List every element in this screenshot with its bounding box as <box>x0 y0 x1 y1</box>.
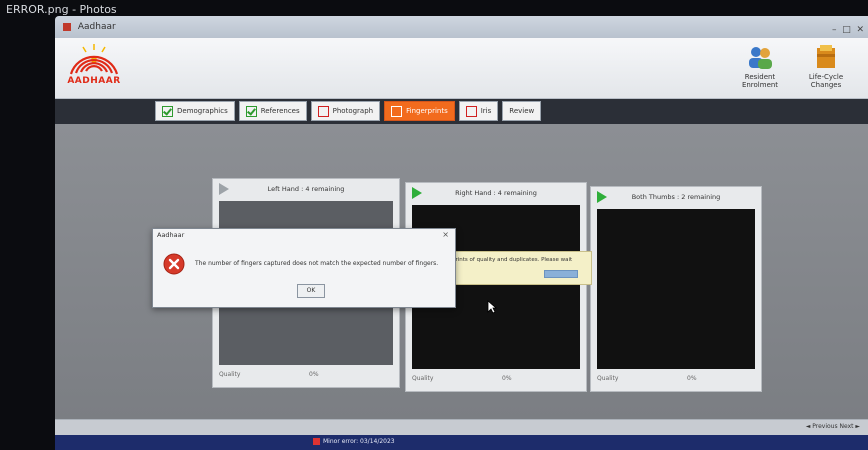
fingerprint-preview <box>597 209 755 369</box>
tab-label: Iris <box>480 107 492 115</box>
tab-label: Review <box>509 107 535 115</box>
panel-title: Both Thumbs : 2 remaining <box>631 193 721 201</box>
tab-label: Demographics <box>177 107 228 115</box>
workflow-tabs: Demographics References Photograph Finge… <box>155 100 542 122</box>
tab-photograph[interactable]: Photograph <box>310 101 381 121</box>
navigation-bar: ◄ Previous Next ► <box>55 419 868 436</box>
quality-percent: 0% <box>687 375 697 382</box>
tab-references[interactable]: References <box>238 101 307 121</box>
panel-title: Right Hand : 4 remaining <box>455 189 537 197</box>
monitor-screen: Aadhaar – □ ✕ AADHAAR Resident Enrolment… <box>55 16 868 450</box>
panel-footer: Quality 0% <box>219 371 393 383</box>
resident-enrolment-button[interactable]: Resident Enrolment <box>730 44 790 89</box>
people-icon <box>749 47 772 69</box>
photos-viewer-title: ERROR.png - Photos <box>6 3 117 16</box>
quality-label: Quality <box>219 371 241 378</box>
error-dialog: Aadhaar × The number of fingers captured… <box>152 228 456 308</box>
resident-enrolment-label: Resident Enrolment <box>741 73 779 89</box>
logo-text: AADHAAR <box>67 76 121 86</box>
panel-title: Left Hand : 4 remaining <box>267 185 345 193</box>
check-icon <box>245 105 257 117</box>
prev-next-buttons[interactable]: ◄ Previous Next ► <box>806 423 860 430</box>
life-cycle-changes-label: Life-Cycle Changes <box>808 73 844 89</box>
status-dot-icon <box>313 438 320 445</box>
quality-percent: 0% <box>502 375 512 382</box>
quality-label: Quality <box>412 375 434 382</box>
pending-box-icon <box>465 105 477 117</box>
status-item-text: Minor error: 03/14/2023 <box>323 438 395 445</box>
pending-box-icon <box>317 105 329 117</box>
tab-demographics[interactable]: Demographics <box>155 101 235 121</box>
progress-bar <box>544 270 578 278</box>
folder-icon <box>817 45 835 68</box>
tab-label: Fingerprints <box>406 107 448 115</box>
both-thumbs-panel: Both Thumbs : 2 remaining Quality 0% <box>590 186 762 392</box>
status-bar: Minor error: 03/14/2023 <box>55 435 868 450</box>
app-icon <box>63 23 71 31</box>
tab-label: References <box>260 107 300 115</box>
dialog-message: The number of fingers captured does not … <box>195 260 439 267</box>
tab-label: Photograph <box>332 107 374 115</box>
panel-header: Both Thumbs : 2 remaining <box>591 187 761 207</box>
status-item: Minor error: 03/14/2023 <box>313 438 395 445</box>
app-title-bar: Aadhaar – □ ✕ <box>55 16 868 38</box>
quality-percent: 0% <box>309 371 319 378</box>
tab-iris[interactable]: Iris <box>458 101 499 121</box>
quality-label: Quality <box>597 375 619 382</box>
ok-button[interactable]: OK <box>297 284 325 298</box>
aadhaar-logo-icon <box>69 44 119 75</box>
notice-text: prints of quality and duplicates. Please… <box>452 257 573 263</box>
panel-footer: Quality 0% <box>412 375 580 387</box>
dialog-title: Aadhaar <box>157 231 185 239</box>
panel-header: Right Hand : 4 remaining <box>406 183 586 203</box>
error-icon <box>163 253 185 275</box>
tab-review[interactable]: Review <box>502 101 542 121</box>
tab-fingerprints[interactable]: Fingerprints <box>384 101 455 121</box>
header-toolbar: Resident Enrolment Life-Cycle Changes <box>730 44 860 94</box>
pending-box-icon <box>391 105 403 117</box>
panel-header: Left Hand : 4 remaining <box>213 179 399 199</box>
panel-footer: Quality 0% <box>597 375 755 387</box>
app-header: AADHAAR Resident Enrolment Life-Cycle Ch… <box>55 38 868 99</box>
mouse-pointer-icon <box>487 300 497 314</box>
processing-notice: prints of quality and duplicates. Please… <box>445 251 592 285</box>
app-title: Aadhaar <box>77 22 116 32</box>
life-cycle-changes-button[interactable]: Life-Cycle Changes <box>796 44 856 89</box>
check-icon <box>162 105 173 117</box>
close-icon[interactable]: × <box>442 230 449 239</box>
